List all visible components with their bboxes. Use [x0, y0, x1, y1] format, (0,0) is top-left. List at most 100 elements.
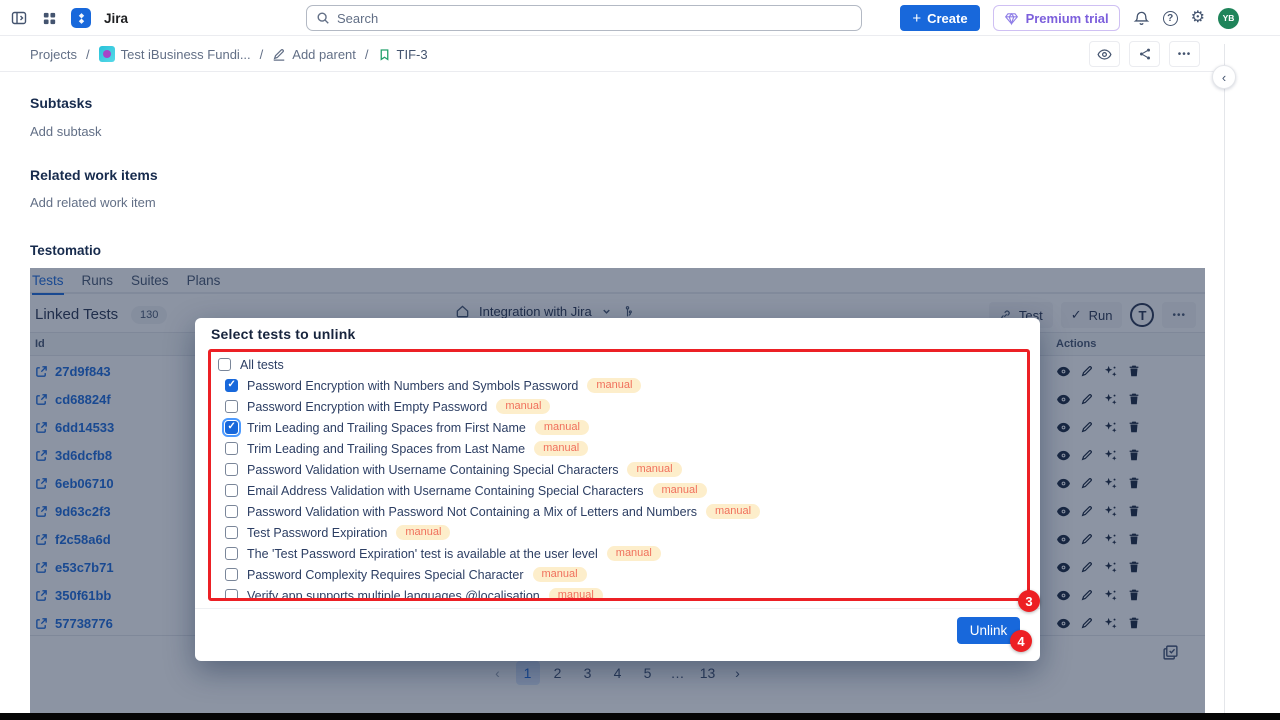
- header-divider: [0, 71, 1224, 72]
- tests-selection-box: All tests Password Encryption with Numbe…: [208, 349, 1030, 601]
- test-option-row: Verify app supports multiple languages @…: [211, 585, 1027, 601]
- premium-trial-label: Premium trial: [1026, 11, 1109, 26]
- manual-badge: manual: [627, 462, 681, 477]
- manual-badge: manual: [587, 378, 641, 393]
- panel-collapse-button[interactable]: ‹: [1212, 65, 1236, 89]
- manual-badge: manual: [706, 504, 760, 519]
- breadcrumb-projects[interactable]: Projects: [30, 47, 77, 62]
- chevron-left-icon: ‹: [1222, 70, 1226, 85]
- annotation-step-3: 3: [1018, 590, 1040, 612]
- breadcrumb-project[interactable]: Test iBusiness Fundi...: [99, 46, 251, 62]
- testomatio-heading: Testomatio: [30, 243, 101, 258]
- test-option-row: Email Address Validation with Username C…: [211, 480, 1027, 501]
- jira-logo-icon[interactable]: [71, 8, 91, 28]
- issue-key-label: TIF-3: [397, 47, 428, 62]
- share-button[interactable]: [1129, 41, 1160, 67]
- manual-badge: manual: [496, 399, 550, 414]
- all-tests-checkbox[interactable]: [218, 358, 231, 371]
- search-bar[interactable]: [306, 5, 862, 31]
- settings-gear-icon[interactable]: ⚙: [1191, 10, 1205, 26]
- test-option-row: Password Validation with Username Contai…: [211, 459, 1027, 480]
- user-avatar[interactable]: YB: [1218, 8, 1239, 29]
- add-subtask-link[interactable]: Add subtask: [30, 124, 102, 139]
- annotation-step-4: 4: [1010, 630, 1032, 652]
- related-items-heading: Related work items: [30, 167, 158, 183]
- create-button[interactable]: + Create: [900, 5, 979, 31]
- test-option-label: Password Validation with Username Contai…: [247, 463, 618, 477]
- manual-badge: manual: [653, 483, 707, 498]
- watch-eye-button[interactable]: [1089, 41, 1120, 67]
- test-option-row: Password Complexity Requires Special Cha…: [211, 564, 1027, 585]
- test-checkbox[interactable]: [225, 421, 238, 434]
- test-checkbox[interactable]: [225, 568, 238, 581]
- test-option-label: Password Validation with Password Not Co…: [247, 505, 697, 519]
- test-option-label: Trim Leading and Trailing Spaces from Fi…: [247, 421, 526, 435]
- top-navigation: Jira + Create Premium trial ?: [0, 0, 1280, 36]
- test-option-label: Trim Leading and Trailing Spaces from La…: [247, 442, 525, 456]
- subtasks-heading: Subtasks: [30, 95, 92, 111]
- all-tests-label: All tests: [240, 358, 284, 372]
- help-question-glyph: ?: [1163, 11, 1178, 26]
- test-option-label: Password Encryption with Empty Password: [247, 400, 487, 414]
- edit-pencil-icon: [272, 47, 286, 61]
- modal-footer-divider: [195, 608, 1040, 609]
- bookmark-icon: [378, 48, 391, 61]
- sidebar-toggle-icon[interactable]: [10, 9, 28, 27]
- test-checkbox[interactable]: [225, 400, 238, 413]
- test-checkbox[interactable]: [225, 463, 238, 476]
- search-icon: [316, 11, 330, 25]
- app-window: Jira + Create Premium trial ?: [0, 0, 1280, 720]
- test-option-label: Test Password Expiration: [247, 526, 387, 540]
- test-checkbox[interactable]: [225, 505, 238, 518]
- test-option-label: Password Encryption with Numbers and Sym…: [247, 379, 578, 393]
- premium-trial-button[interactable]: Premium trial: [993, 5, 1120, 31]
- breadcrumb: Projects / Test iBusiness Fundi... / Add…: [30, 40, 428, 68]
- create-button-label: Create: [927, 11, 967, 26]
- test-checkbox[interactable]: [225, 526, 238, 539]
- test-option-row: Test Password Expiration manual: [211, 522, 1027, 543]
- manual-badge: manual: [533, 567, 587, 582]
- breadcrumb-separator: /: [86, 47, 90, 62]
- test-option-row: Password Validation with Password Not Co…: [211, 501, 1027, 522]
- plus-icon: +: [912, 10, 921, 27]
- modal-title: Select tests to unlink: [211, 326, 355, 342]
- test-option-row: Trim Leading and Trailing Spaces from Fi…: [211, 417, 1027, 438]
- manual-badge: manual: [534, 441, 588, 456]
- test-checkbox[interactable]: [225, 589, 238, 601]
- breadcrumb-issue-key[interactable]: TIF-3: [378, 47, 428, 62]
- test-checkbox[interactable]: [225, 379, 238, 392]
- gem-icon: [1004, 11, 1019, 26]
- test-option-label: Verify app supports multiple languages @…: [247, 589, 540, 602]
- manual-badge: manual: [607, 546, 661, 561]
- test-option-row: Password Encryption with Empty Password …: [211, 396, 1027, 417]
- project-avatar-icon: [99, 46, 115, 62]
- add-related-item-link[interactable]: Add related work item: [30, 195, 156, 210]
- more-actions-button[interactable]: •••: [1169, 41, 1200, 67]
- app-switcher-icon[interactable]: [41, 10, 58, 27]
- add-parent-button[interactable]: Add parent: [272, 47, 356, 62]
- test-option-row: Password Encryption with Numbers and Sym…: [211, 375, 1027, 396]
- more-horizontal-icon: •••: [1178, 49, 1192, 60]
- notifications-bell-icon[interactable]: [1133, 10, 1150, 27]
- test-checkbox[interactable]: [225, 442, 238, 455]
- test-option-label: Password Complexity Requires Special Cha…: [247, 568, 524, 582]
- search-input[interactable]: [337, 11, 852, 26]
- test-option-label: Email Address Validation with Username C…: [247, 484, 644, 498]
- test-option-label: The 'Test Password Expiration' test is a…: [247, 547, 598, 561]
- manual-badge: manual: [396, 525, 450, 540]
- test-checkbox-list: Password Encryption with Numbers and Sym…: [211, 375, 1027, 601]
- right-panel-divider: [1224, 44, 1225, 713]
- unlink-tests-modal: Select tests to unlink All tests Passwor…: [195, 318, 1040, 661]
- breadcrumb-project-label: Test iBusiness Fundi...: [121, 47, 251, 62]
- issue-actions: •••: [1089, 41, 1200, 67]
- test-checkbox[interactable]: [225, 484, 238, 497]
- test-option-row: The 'Test Password Expiration' test is a…: [211, 543, 1027, 564]
- bottom-black-bar: [0, 713, 1280, 720]
- test-option-row: Trim Leading and Trailing Spaces from La…: [211, 438, 1027, 459]
- add-parent-label: Add parent: [292, 47, 356, 62]
- breadcrumb-separator: /: [365, 47, 369, 62]
- test-checkbox[interactable]: [225, 547, 238, 560]
- app-name: Jira: [104, 11, 128, 26]
- help-icon[interactable]: ?: [1163, 11, 1178, 26]
- breadcrumb-separator: /: [260, 47, 264, 62]
